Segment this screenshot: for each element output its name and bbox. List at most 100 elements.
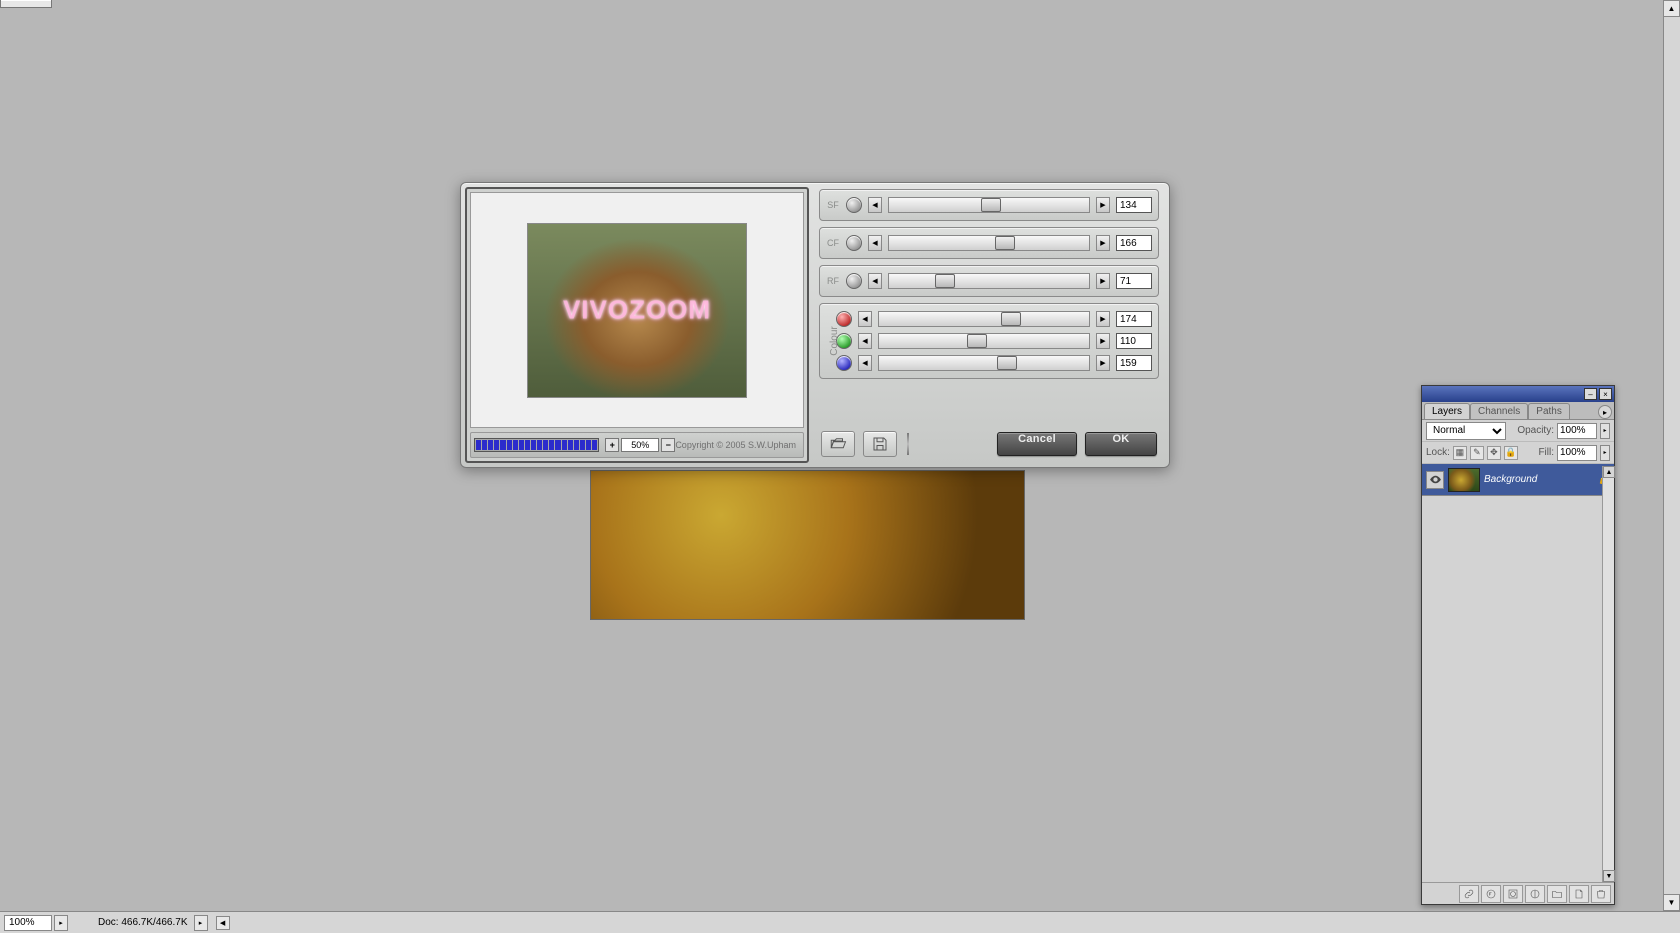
blue-decrement-button[interactable]: ◀ [858,355,872,371]
tab-layers[interactable]: Layers [1424,403,1470,419]
cf-slider-group: CF ◀ ▶ [819,227,1159,259]
close-button[interactable]: × [1599,388,1612,400]
open-button[interactable] [821,431,855,457]
lock-all-icon[interactable]: 🔒 [1504,446,1518,460]
layer-thumbnail[interactable] [1448,468,1480,492]
layer-style-button[interactable] [1481,885,1501,903]
new-layer-button[interactable] [1569,885,1589,903]
blend-mode-select[interactable]: Normal [1426,422,1506,440]
tab-channels[interactable]: Channels [1470,403,1528,419]
lock-transparency-icon[interactable]: ▦ [1453,446,1467,460]
folder-open-icon [829,435,847,453]
blue-slider-thumb[interactable] [997,356,1017,370]
visibility-toggle[interactable] [1426,471,1444,489]
floppy-disk-icon [871,435,889,453]
opacity-field[interactable] [1557,423,1597,439]
scroll-up-icon[interactable]: ▲ [1663,0,1680,17]
rf-slider-group: RF ◀ ▶ [819,265,1159,297]
blue-knob-icon[interactable] [836,355,852,371]
rf-value-field[interactable] [1116,273,1152,289]
link-layers-button[interactable] [1459,885,1479,903]
preview-area[interactable]: VIVOZOOM [470,192,804,428]
fill-flyout-button[interactable]: ▸ [1600,445,1610,461]
blue-slider[interactable] [878,355,1090,371]
ok-button[interactable]: OK [1085,432,1157,456]
blue-value-field[interactable] [1116,355,1152,371]
lock-position-icon[interactable]: ✥ [1487,446,1501,460]
sf-knob-icon[interactable] [846,197,862,213]
rf-decrement-button[interactable]: ◀ [868,273,882,289]
cf-label: CF [826,233,840,253]
status-zoom-flyout-button[interactable]: ▸ [54,915,68,931]
green-slider-thumb[interactable] [967,334,987,348]
rf-slider[interactable] [888,273,1090,289]
panel-tabs: Layers Channels Paths ▸ [1422,402,1614,420]
link-icon [1463,888,1475,900]
cf-decrement-button[interactable]: ◀ [868,235,882,251]
scroll-down-icon[interactable]: ▼ [1663,894,1680,911]
rf-slider-thumb[interactable] [935,274,955,288]
layers-scrollbar[interactable]: ▲ ▼ [1602,466,1614,882]
green-slider[interactable] [878,333,1090,349]
delete-layer-button[interactable] [1591,885,1611,903]
green-decrement-button[interactable]: ◀ [858,333,872,349]
vertical-scrollbar[interactable]: ▲ ▼ [1663,0,1680,911]
opacity-flyout-button[interactable]: ▸ [1600,423,1610,439]
lock-fill-row: Lock: ▦ ✎ ✥ 🔒 Fill: ▸ [1422,442,1614,464]
status-zoom-field[interactable] [4,915,52,931]
red-slider-thumb[interactable] [1001,312,1021,326]
collapsed-tab[interactable] [0,0,52,8]
red-slider[interactable] [878,311,1090,327]
rf-increment-button[interactable]: ▶ [1096,273,1110,289]
layers-panel-titlebar[interactable]: – × [1422,386,1614,402]
tab-paths[interactable]: Paths [1528,403,1570,419]
sf-slider-thumb[interactable] [981,198,1001,212]
progress-bar [474,438,599,452]
layers-scroll-up-icon[interactable]: ▲ [1603,466,1615,478]
cf-knob-icon[interactable] [846,235,862,251]
sf-slider-group: SF ◀ ▶ [819,189,1159,221]
minimize-button[interactable]: – [1584,388,1597,400]
preview-zoom-field[interactable] [621,438,659,452]
panel-menu-button[interactable]: ▸ [1598,405,1612,419]
red-decrement-button[interactable]: ◀ [858,311,872,327]
cf-slider[interactable] [888,235,1090,251]
sf-decrement-button[interactable]: ◀ [868,197,882,213]
status-bar: ▸ Doc: 466.7K/466.7K ▸ ◀ [0,911,1680,933]
cf-slider-thumb[interactable] [995,236,1015,250]
lock-paint-icon[interactable]: ✎ [1470,446,1484,460]
save-button[interactable] [863,431,897,457]
sf-increment-button[interactable]: ▶ [1096,197,1110,213]
cf-value-field[interactable] [1116,235,1152,251]
layers-scroll-down-icon[interactable]: ▼ [1603,870,1615,882]
layer-row-background[interactable]: Background 🔒 [1422,464,1614,496]
sf-slider[interactable] [888,197,1090,213]
green-value-field[interactable] [1116,333,1152,349]
mask-icon [1507,888,1519,900]
zoom-out-button[interactable]: − [661,438,675,452]
layers-list-area[interactable] [1422,498,1602,882]
new-group-button[interactable] [1547,885,1567,903]
status-info-flyout-button[interactable]: ▸ [194,915,208,931]
zoom-in-button[interactable]: + [605,438,619,452]
cancel-button[interactable]: Cancel [997,432,1077,456]
colour-slider-group: Colour ◀ ▶ ◀ ▶ ◀ [819,303,1159,379]
rf-knob-icon[interactable] [846,273,862,289]
fill-field[interactable] [1557,445,1597,461]
layer-name: Background [1484,474,1537,485]
red-increment-button[interactable]: ▶ [1096,311,1110,327]
red-value-field[interactable] [1116,311,1152,327]
adjustment-layer-button[interactable] [1525,885,1545,903]
canvas-image [590,470,1025,620]
eye-icon [1429,473,1442,486]
blue-increment-button[interactable]: ▶ [1096,355,1110,371]
red-knob-icon[interactable] [836,311,852,327]
copyright-text: Copyright © 2005 S.W.Upham [675,440,796,450]
sf-value-field[interactable] [1116,197,1152,213]
layer-mask-button[interactable] [1503,885,1523,903]
half-circle-icon [1529,888,1541,900]
green-increment-button[interactable]: ▶ [1096,333,1110,349]
cf-increment-button[interactable]: ▶ [1096,235,1110,251]
layers-footer [1422,882,1614,904]
hscroll-left-icon[interactable]: ◀ [216,916,230,930]
